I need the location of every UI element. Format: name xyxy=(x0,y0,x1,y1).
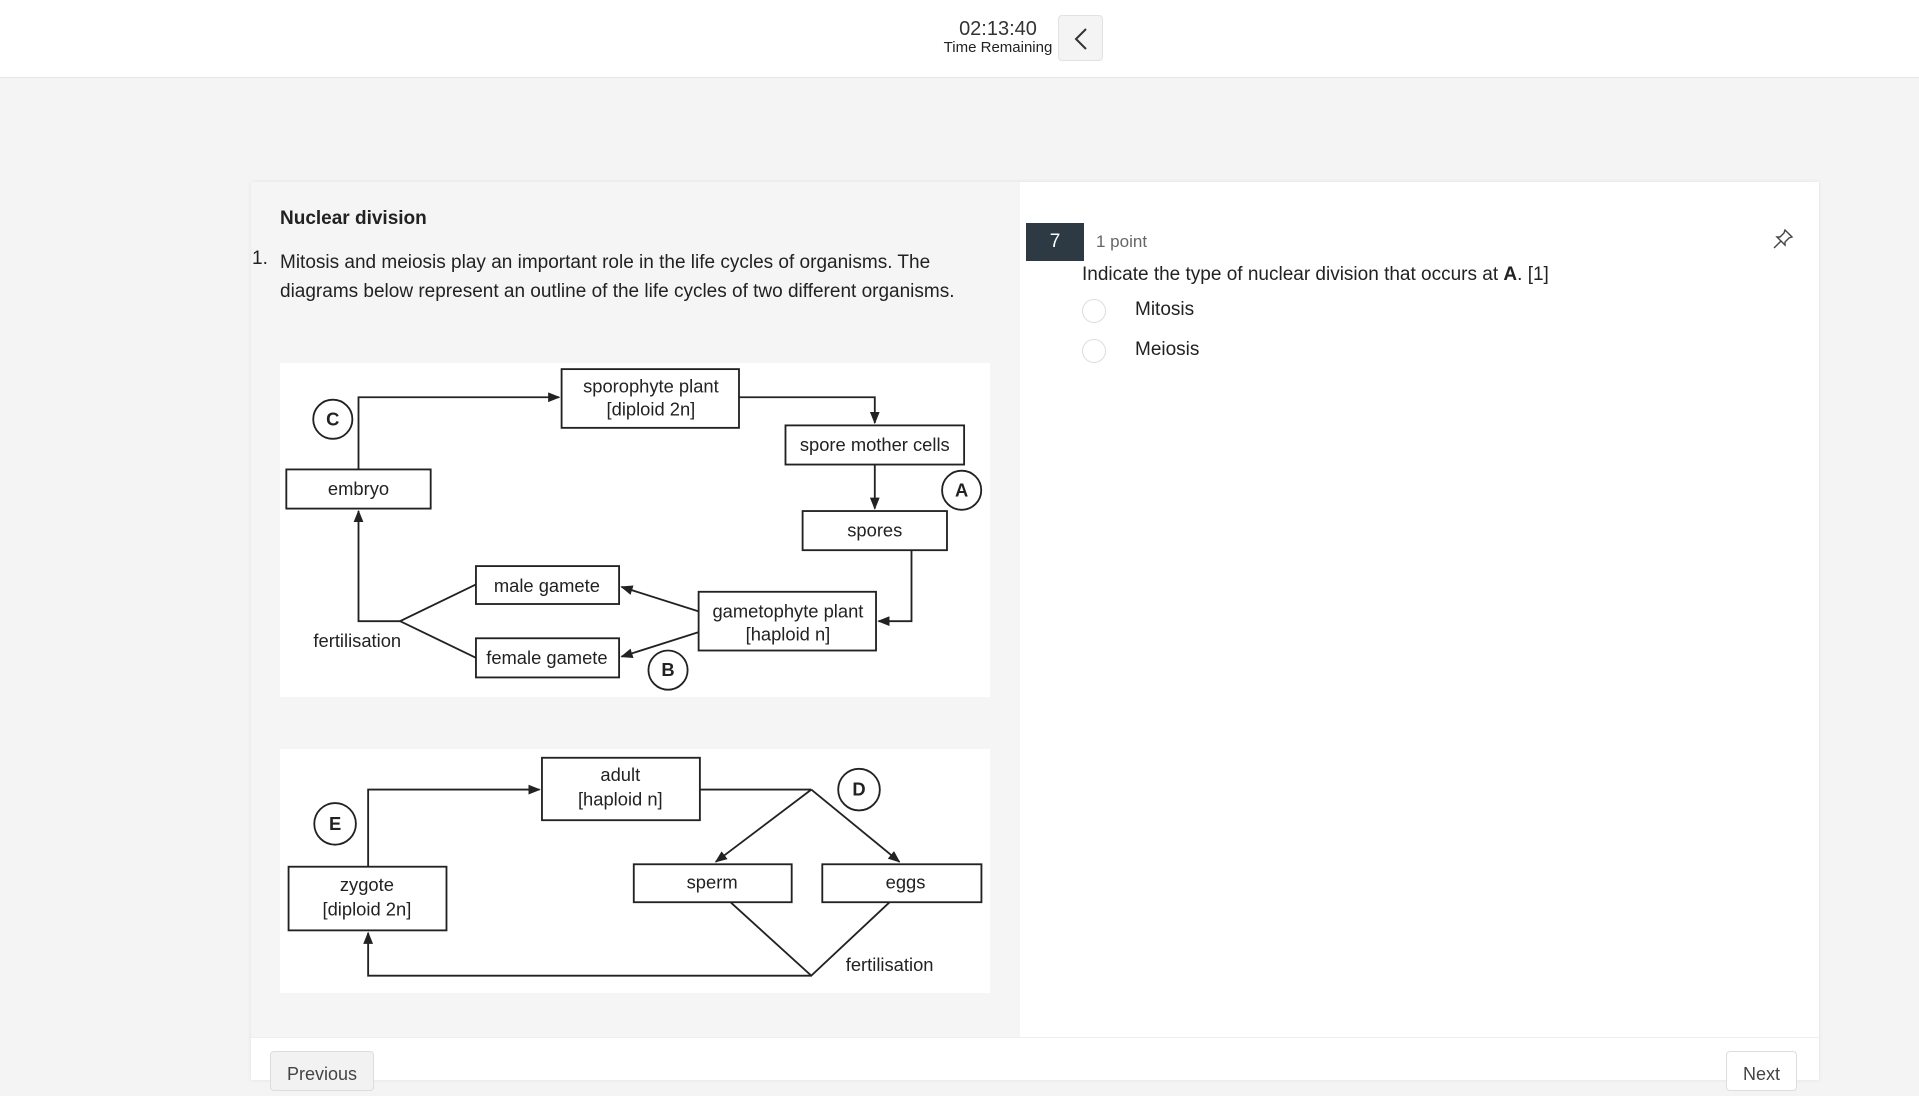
radio-button[interactable] xyxy=(1082,299,1106,323)
pin-button[interactable] xyxy=(1772,228,1794,250)
label-e: E xyxy=(329,813,341,834)
label-b: B xyxy=(661,659,674,680)
sporophyte-ploidy: [diploid 2n] xyxy=(607,399,696,420)
pin-icon xyxy=(1773,228,1794,249)
spores-label: spores xyxy=(847,520,902,541)
question-number: 7 xyxy=(1026,223,1084,261)
female-gamete-label: female gamete xyxy=(486,647,607,668)
passage-title: Nuclear division xyxy=(280,208,427,229)
adult-label: adult xyxy=(600,764,640,785)
eggs-label: eggs xyxy=(886,872,926,893)
option-label: Mitosis xyxy=(1135,299,1195,320)
label-c: C xyxy=(326,408,339,429)
sperm-label: sperm xyxy=(687,872,738,893)
question-points: 1 point xyxy=(1096,232,1148,251)
question-panel: 7 1 point Indicate the type of nuclear d… xyxy=(1020,182,1819,1037)
timer: 02:13:40 Time Remaining xyxy=(938,18,1058,56)
plant-life-cycle-diagram: sporophyte plant [diploid 2n] spore moth… xyxy=(280,363,990,697)
option-mitosis[interactable]: Mitosis xyxy=(1082,296,1382,326)
label-d: D xyxy=(852,779,865,800)
collapse-button[interactable] xyxy=(1058,15,1103,61)
fertilisation-label: fertilisation xyxy=(846,954,934,975)
question-card: Nuclear division 1. Mitosis and meiosis … xyxy=(251,182,1819,1091)
label-a: A xyxy=(955,479,968,500)
male-gamete-label: male gamete xyxy=(494,575,600,596)
gametophyte-label: gametophyte plant xyxy=(712,600,863,621)
haploid-life-cycle-diagram: adult [haploid n] sperm eggs zygote [dip… xyxy=(280,749,990,993)
question-text: Indicate the type of nuclear division th… xyxy=(1082,264,1549,285)
previous-button[interactable]: Previous xyxy=(270,1051,375,1091)
option-label: Meiosis xyxy=(1135,339,1200,360)
time-remaining-value: 02:13:40 xyxy=(959,18,1037,40)
passage-number: 1. xyxy=(252,248,268,269)
chevron-left-icon xyxy=(1074,28,1087,50)
adult-ploidy: [haploid n] xyxy=(578,789,663,810)
zygote-label: zygote xyxy=(340,874,394,895)
spore-mother-cells-label: spore mother cells xyxy=(800,434,950,455)
passage-panel: Nuclear division 1. Mitosis and meiosis … xyxy=(251,182,1020,1037)
option-meiosis[interactable]: Meiosis xyxy=(1082,336,1382,366)
passage-text: Mitosis and meiosis play an important ro… xyxy=(280,252,955,302)
time-remaining-label: Time Remaining xyxy=(943,39,1053,56)
divider xyxy=(251,1037,1819,1038)
top-bar: 02:13:40 Time Remaining xyxy=(0,0,1919,78)
zygote-ploidy: [diploid 2n] xyxy=(323,899,412,920)
next-button[interactable]: Next xyxy=(1726,1051,1798,1091)
gametophyte-ploidy: [haploid n] xyxy=(746,624,831,645)
radio-button[interactable] xyxy=(1082,339,1106,363)
embryo-label: embryo xyxy=(328,478,389,499)
sporophyte-label: sporophyte plant xyxy=(583,375,719,396)
fertilisation-label: fertilisation xyxy=(313,630,401,651)
